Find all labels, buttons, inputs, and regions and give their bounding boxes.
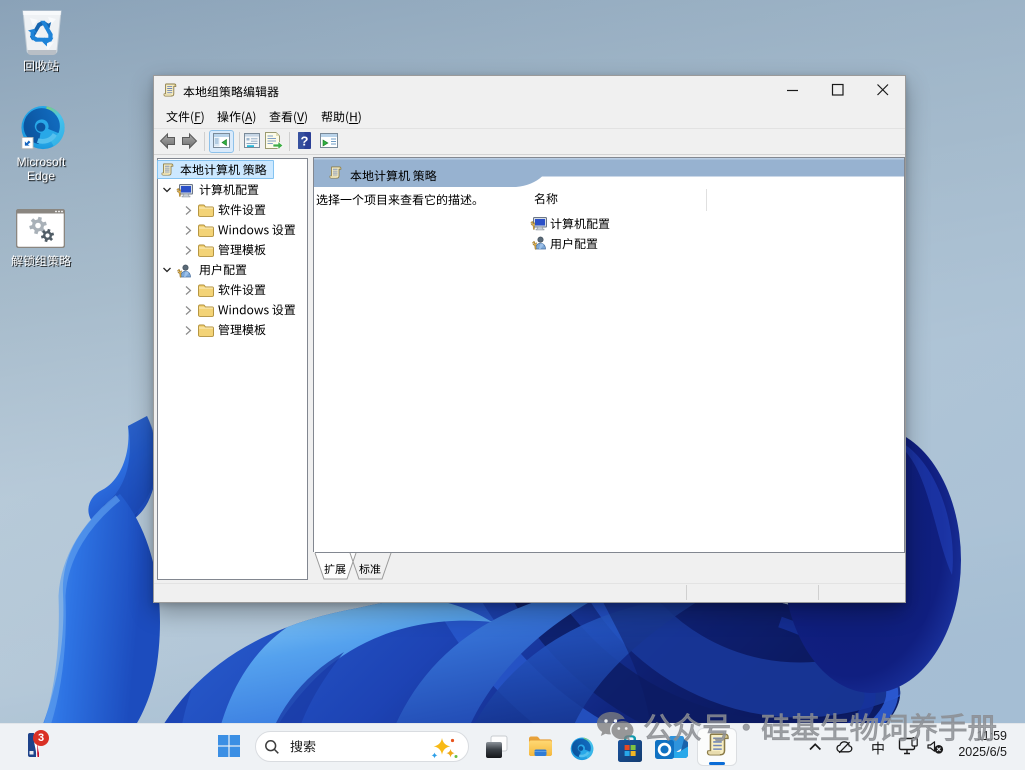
svg-text:?: ? <box>301 134 309 149</box>
